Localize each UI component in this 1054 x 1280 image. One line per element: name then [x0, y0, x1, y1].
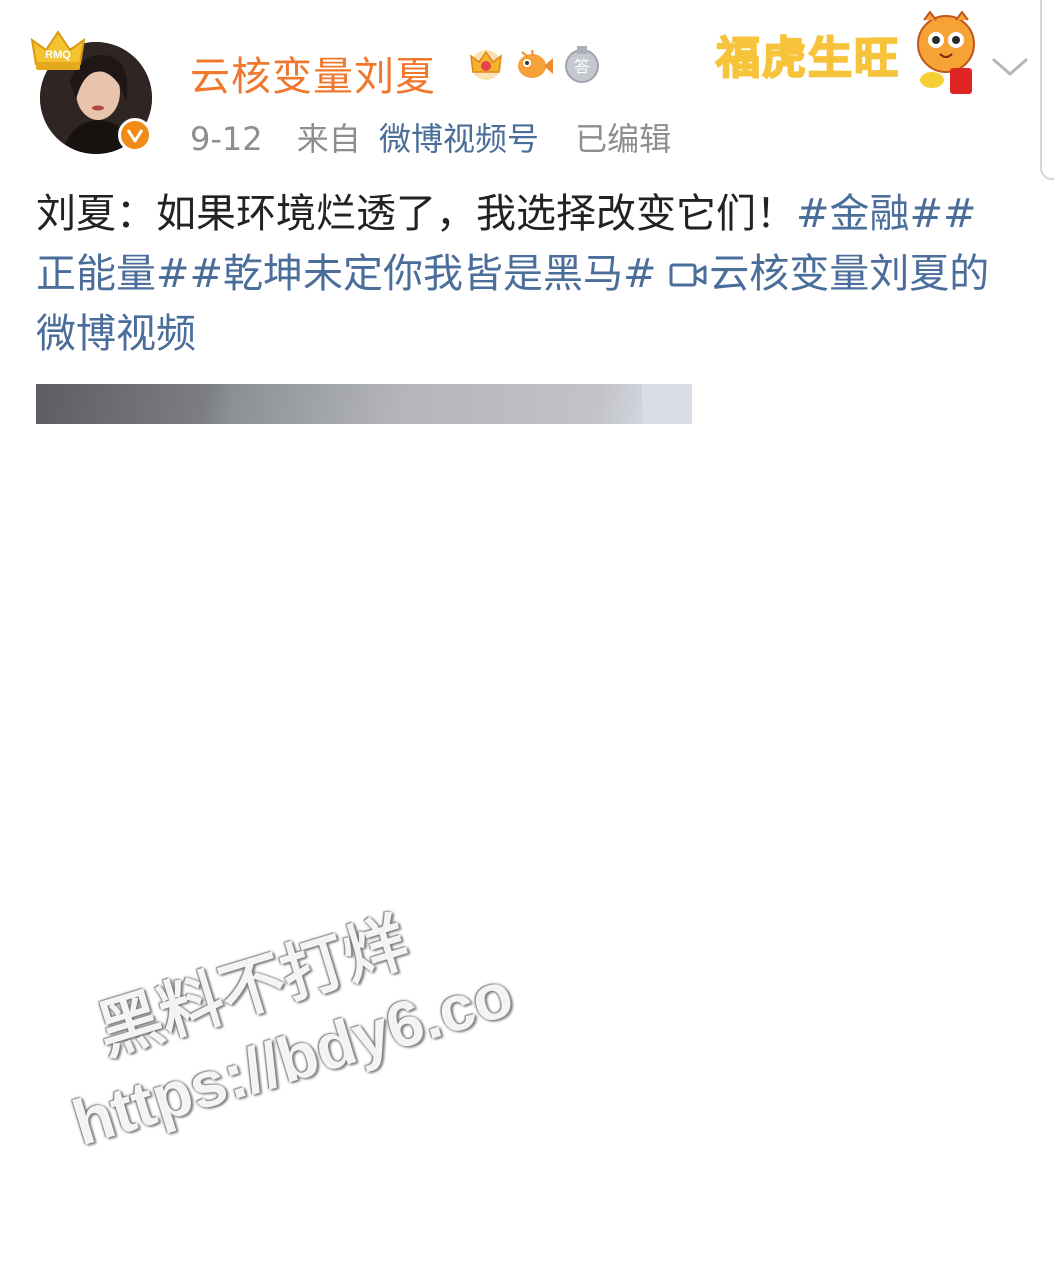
- festive-banner-text: 福虎生旺: [715, 32, 900, 85]
- post-date: 9-12: [190, 120, 263, 158]
- crown-badge-icon[interactable]: [466, 44, 506, 84]
- author-badges: 答: [466, 44, 602, 84]
- hashtag-dark-horse[interactable]: #乾坤未定你我皆是黑马#: [190, 251, 657, 297]
- answer-badge-icon[interactable]: 答: [562, 44, 602, 84]
- post-source-link[interactable]: 微博视频号: [379, 120, 539, 158]
- post-edited-label[interactable]: 已编辑: [575, 120, 671, 158]
- festive-decoration: 福虎生旺: [706, 6, 986, 98]
- tiger-mascot-icon: [917, 10, 975, 94]
- video-thumbnail[interactable]: [36, 384, 692, 424]
- crown-icon: RMQ: [30, 30, 86, 70]
- post-meta: 9-12 来自 微博视频号 已编辑: [190, 114, 671, 160]
- chevron-down-icon[interactable]: [990, 52, 1030, 82]
- author-avatar-container[interactable]: RMQ: [30, 28, 160, 158]
- hashtag-finance[interactable]: #金融#: [796, 191, 943, 237]
- post-body: 刘夏：如果环境烂透了，我选择改变它们！#金融##正能量##乾坤未定你我皆是黑马#…: [36, 184, 1001, 364]
- post-text: 刘夏：如果环境烂透了，我选择改变它们！: [36, 191, 796, 237]
- svg-text:答: 答: [574, 57, 590, 76]
- verified-icon: [118, 118, 152, 152]
- video-camera-icon: [669, 263, 707, 287]
- fish-badge-icon[interactable]: [514, 44, 554, 84]
- author-name[interactable]: 云核变量刘夏: [190, 44, 436, 102]
- scrollbar[interactable]: [1040, 0, 1054, 180]
- watermark: 黑料不打烊 https://bdy6.co: [40, 877, 522, 1163]
- crown-text: RMQ: [45, 49, 71, 61]
- post-from-label: 来自: [296, 120, 361, 158]
